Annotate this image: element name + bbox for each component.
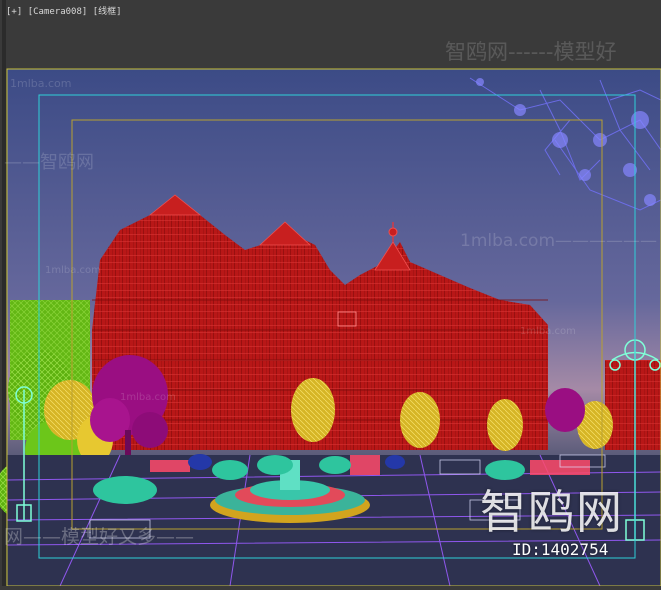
viewport-menu-plus[interactable]: [+]: [6, 7, 22, 17]
asset-id-label: ID:1402754: [512, 540, 609, 559]
viewport-camera-menu[interactable]: [Camera008]: [28, 7, 88, 17]
camera-viewport[interactable]: 智鸥网------模型好 ——智鸥网 1mlba.com—————— 智鸥网 1…: [0, 0, 661, 587]
watermark-logo: 智鸥网: [480, 485, 624, 539]
tree-purple-right: [545, 388, 585, 432]
viewport-shading-menu[interactable]: [线框]: [93, 7, 122, 17]
viewport-label: [+] [Camera008] [线框]: [6, 4, 122, 17]
